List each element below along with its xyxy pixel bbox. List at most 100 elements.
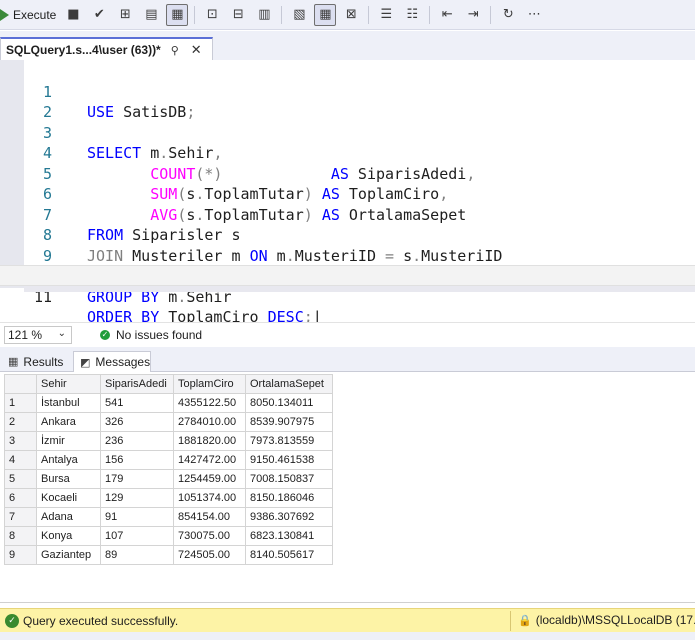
grid-cell[interactable]: 7973.813559 xyxy=(245,431,333,451)
table-row[interactable]: 6 Kocaeli 129 1051374.00 8150.186046 xyxy=(4,488,333,508)
execute-button[interactable]: Execute xyxy=(0,4,60,26)
grid-cell[interactable]: 1254459.00 xyxy=(173,469,246,489)
check-icon[interactable]: ✔ xyxy=(88,4,110,26)
grid-cell[interactable]: 9386.307692 xyxy=(245,507,333,527)
row-number[interactable]: 2 xyxy=(4,412,37,432)
grid-cell[interactable]: 156 xyxy=(100,450,174,470)
grid-cell[interactable]: 541 xyxy=(100,393,174,413)
table-row[interactable]: 7 Adana 91 854154.00 9386.307692 xyxy=(4,507,333,527)
code-line[interactable]: 9 WHERE s.SiparisTarihi >= '2026-01-01' xyxy=(0,225,695,286)
success-check-icon: ✓ xyxy=(5,613,19,628)
grid-cell[interactable]: 1051374.00 xyxy=(173,488,246,508)
pin-icon[interactable]: ⚲ xyxy=(171,44,179,57)
grid-cell[interactable]: Antalya xyxy=(36,450,101,470)
include-plan-icon[interactable]: ⊟ xyxy=(227,4,249,26)
column-header[interactable]: ToplamCiro xyxy=(173,374,246,394)
grid-cell[interactable]: 9150.461538 xyxy=(245,450,333,470)
indent-icon[interactable]: ⇥ xyxy=(462,4,484,26)
more-icon[interactable]: ⋯ xyxy=(523,4,545,26)
horizontal-scrollbar[interactable] xyxy=(24,286,695,292)
grid-cell[interactable]: 724505.00 xyxy=(173,545,246,565)
grid-cell[interactable]: Konya xyxy=(36,526,101,546)
grid-cell[interactable]: 1881820.00 xyxy=(173,431,246,451)
row-number[interactable]: 1 xyxy=(4,393,37,413)
row-number[interactable]: 8 xyxy=(4,526,37,546)
grid-cell[interactable]: Ankara xyxy=(36,412,101,432)
grid-cell[interactable]: Adana xyxy=(36,507,101,527)
grid-cell[interactable]: 1427472.00 xyxy=(173,450,246,470)
row-header-corner[interactable] xyxy=(4,374,37,394)
sql-editor[interactable]: 1 USE SatisDB; 2 3 SELECT m.Sehir, 4 COU… xyxy=(0,60,695,326)
code-line[interactable]: 5 SUM(s.ToplamTutar) AS ToplamCiro, xyxy=(0,143,695,204)
column-header[interactable]: SiparisAdedi xyxy=(100,374,174,394)
grid-cell[interactable]: Gaziantep xyxy=(36,545,101,565)
grid-cell[interactable]: 730075.00 xyxy=(173,526,246,546)
results-to-grid-icon[interactable]: ▦ xyxy=(166,3,189,26)
grid-cell[interactable]: 236 xyxy=(100,431,174,451)
grid-cell[interactable]: İstanbul xyxy=(36,393,101,413)
code-line[interactable]: 2 xyxy=(0,82,695,121)
table-row[interactable]: 5 Bursa 179 1254459.00 7008.150837 xyxy=(4,469,333,489)
code-line-current[interactable]: 11 ORDER BY ToplamCiro DESC;| xyxy=(0,265,695,326)
code-line[interactable]: 8 JOIN Musteriler m ON m.MusteriID = s.M… xyxy=(0,205,695,265)
display-plan-icon[interactable]: ⊞ xyxy=(114,4,136,26)
client-stats-icon[interactable]: ▧ xyxy=(288,4,310,26)
table-row[interactable]: 8 Konya 107 730075.00 6823.130841 xyxy=(4,526,333,546)
tab-sqlquery1[interactable]: SQLQuery1.s...4\user (63))* ⚲ ✕ xyxy=(0,37,213,61)
grid-cell[interactable]: 8150.186046 xyxy=(245,488,333,508)
code-line[interactable]: 10 GROUP BY m.Sehir xyxy=(0,246,695,306)
row-number[interactable]: 6 xyxy=(4,488,37,508)
outdent-icon[interactable]: ⇤ xyxy=(436,4,458,26)
grid-cell[interactable]: 8539.907975 xyxy=(245,412,333,432)
code-line[interactable]: 4 COUNT(*) AS SiparisAdedi, xyxy=(0,123,695,183)
code-line[interactable]: 3 SELECT m.Sehir, xyxy=(0,102,695,163)
grid-cell[interactable]: 107 xyxy=(100,526,174,546)
column-header[interactable]: Sehir xyxy=(36,374,101,394)
server-connection[interactable]: 🔒 (localdb)\MSSQLLocalDB (17... xyxy=(518,613,695,627)
grid-cell[interactable]: 7008.150837 xyxy=(245,469,333,489)
grid-cell[interactable]: 8050.134011 xyxy=(245,393,333,413)
tab-messages[interactable]: ◩ Messages xyxy=(73,351,151,372)
comment-icon[interactable]: ☰ xyxy=(375,4,397,26)
column-header[interactable]: OrtalamaSepet xyxy=(245,374,333,394)
execute-label: Execute xyxy=(13,7,57,22)
table-row[interactable]: 4 Antalya 156 1427472.00 9150.461538 xyxy=(4,450,333,470)
grid-cell[interactable]: Bursa xyxy=(36,469,101,489)
results-to-file-icon[interactable]: ⊡ xyxy=(201,4,223,26)
code-line[interactable]: 7 FROM Siparisler s xyxy=(0,184,695,245)
grid-cell[interactable]: 854154.00 xyxy=(173,507,246,527)
table-row[interactable]: 1 İstanbul 541 4355122.50 8050.134011 xyxy=(4,393,333,413)
live-stats-icon[interactable]: ▥ xyxy=(253,4,275,26)
table-row[interactable]: 9 Gaziantep 89 724505.00 8140.505617 xyxy=(4,545,333,565)
grid-cell[interactable]: 6823.130841 xyxy=(245,526,333,546)
specify-values-icon[interactable]: ↻ xyxy=(497,4,519,26)
grid-cell[interactable]: 4355122.50 xyxy=(173,393,246,413)
row-number[interactable]: 3 xyxy=(4,431,37,451)
intellisense-icon[interactable]: ⊠ xyxy=(340,4,362,26)
row-number[interactable]: 7 xyxy=(4,507,37,527)
grid-cell[interactable]: 179 xyxy=(100,469,174,489)
grid-cell[interactable]: 91 xyxy=(100,507,174,527)
tab-results[interactable]: ▦ Results xyxy=(2,351,68,372)
grid-cell[interactable]: 129 xyxy=(100,488,174,508)
code-line[interactable]: 6 AVG(s.ToplamTutar) AS OrtalamaSepet xyxy=(0,164,695,224)
uncomment-icon[interactable]: ☷ xyxy=(401,4,423,26)
grid-cell[interactable]: 8140.505617 xyxy=(245,545,333,565)
row-number[interactable]: 4 xyxy=(4,450,37,470)
code-line[interactable]: 1 USE SatisDB; xyxy=(0,61,695,122)
grid-cell[interactable]: Kocaeli xyxy=(36,488,101,508)
row-number[interactable]: 5 xyxy=(4,469,37,489)
zoom-dropdown[interactable]: 121 % ⌄ xyxy=(4,326,72,344)
grid-cell[interactable]: İzmir xyxy=(36,431,101,451)
table-row[interactable]: 3 İzmir 236 1881820.00 7973.813559 xyxy=(4,431,333,451)
row-number[interactable]: 9 xyxy=(4,545,37,565)
results-to-text-icon[interactable]: ▤ xyxy=(140,4,162,26)
grid-cell[interactable]: 2784010.00 xyxy=(173,412,246,432)
issues-indicator[interactable]: ✓ No issues found xyxy=(100,328,202,342)
query-options-icon[interactable]: ▦ xyxy=(314,3,337,26)
grid-cell[interactable]: 326 xyxy=(100,412,174,432)
stop-icon[interactable]: ■ xyxy=(62,4,84,26)
table-row[interactable]: 2 Ankara 326 2784010.00 8539.907975 xyxy=(4,412,333,432)
grid-cell[interactable]: 89 xyxy=(100,545,174,565)
close-icon[interactable]: ✕ xyxy=(191,43,202,58)
